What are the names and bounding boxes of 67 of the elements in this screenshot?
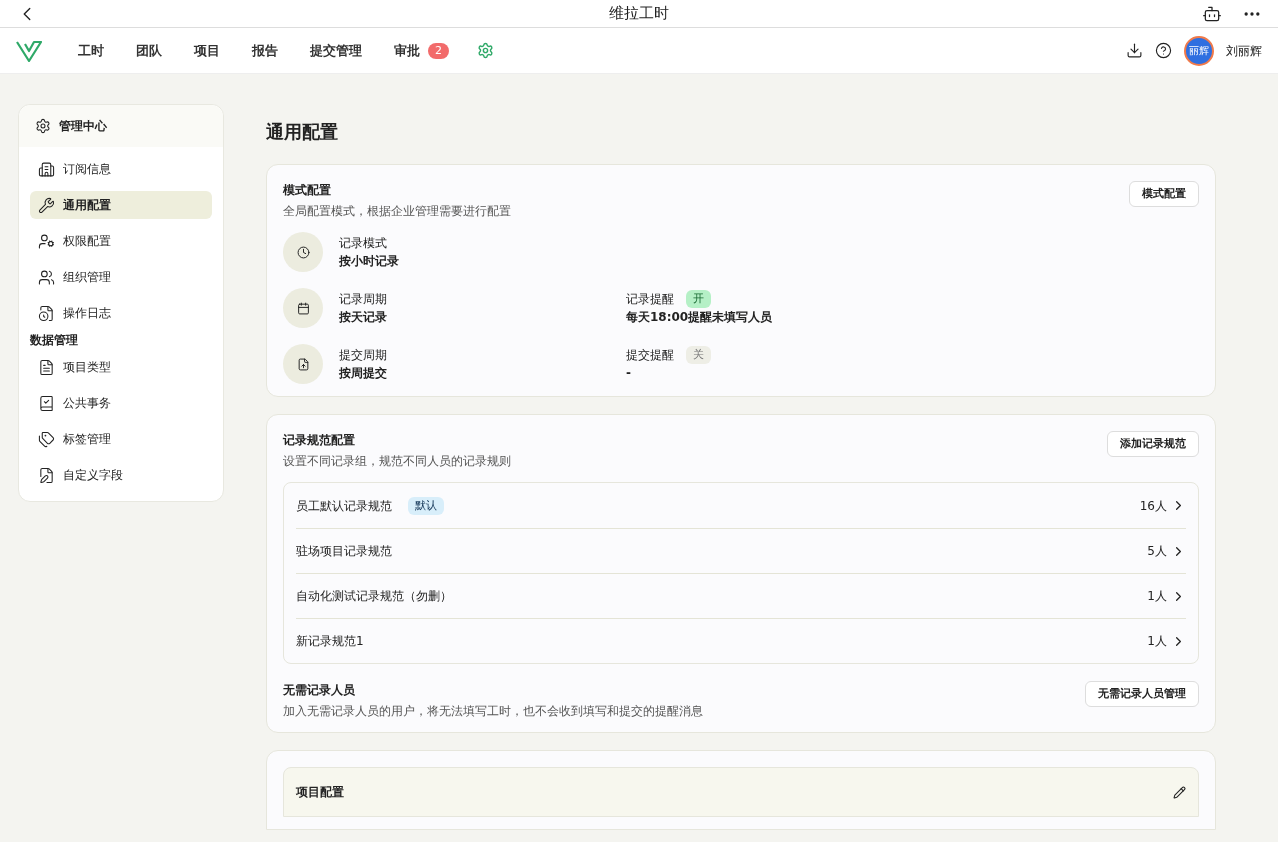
file-pen-icon xyxy=(38,466,55,484)
user-name: 刘丽辉 xyxy=(1226,42,1262,60)
setting-label: 提交提醒 xyxy=(626,347,674,364)
setting-value: 按小时记录 xyxy=(339,253,399,270)
settings-icon xyxy=(35,118,51,134)
nav-tab[interactable]: 团队 xyxy=(124,40,174,61)
sidebar-item[interactable]: 项目类型 xyxy=(30,353,212,381)
nav-tab[interactable]: 项目 xyxy=(182,40,232,61)
upload-file-icon xyxy=(283,344,323,384)
tags-icon xyxy=(38,430,55,448)
section-description: 加入无需记录人员的用户，将无法填写工时，也不会收到填写和提交的提醒消息 xyxy=(283,703,703,720)
add-rule-button[interactable]: 添加记录规范 xyxy=(1107,431,1199,457)
nav-tab[interactable]: 工时 xyxy=(66,40,116,61)
users-icon xyxy=(38,268,55,286)
toggle-tag[interactable]: 关 xyxy=(686,346,711,364)
setting-label: 记录提醒 xyxy=(626,291,674,308)
settings-icon[interactable] xyxy=(477,42,494,59)
setting-label: 记录周期 xyxy=(339,291,387,308)
sidebar-item[interactable]: 标签管理 xyxy=(30,425,212,453)
calendar-icon xyxy=(283,288,323,328)
rule-row[interactable]: 驻场项目记录规范 5人 xyxy=(296,528,1186,573)
book-check-icon xyxy=(38,394,55,412)
rule-row[interactable]: 员工默认记录规范 默认 16人 xyxy=(296,483,1186,528)
exempt-manage-button[interactable]: 无需记录人员管理 xyxy=(1085,681,1199,707)
mode-config-button[interactable]: 模式配置 xyxy=(1129,181,1199,207)
file-clock-icon xyxy=(38,304,55,322)
setting-value: 按周提交 xyxy=(339,365,387,382)
sidebar-item[interactable]: 组织管理 xyxy=(30,263,212,291)
sidebar-item[interactable]: 订阅信息 xyxy=(30,155,212,183)
setting-label: 提交周期 xyxy=(339,347,387,364)
wrench-icon xyxy=(38,196,55,214)
sidebar-item[interactable]: 权限配置 xyxy=(30,227,212,255)
nav-tab[interactable]: 审批 2 xyxy=(382,40,461,61)
help-icon[interactable] xyxy=(1155,42,1172,59)
clock-icon xyxy=(283,232,323,272)
building-icon xyxy=(38,160,55,178)
toggle-tag[interactable]: 开 xyxy=(686,290,711,308)
section-title: 无需记录人员 xyxy=(283,682,355,699)
nav-tab[interactable]: 报告 xyxy=(240,40,290,61)
sidebar-heading: 数据管理 xyxy=(30,332,79,349)
sidebar-item[interactable]: 操作日志 xyxy=(30,299,212,327)
edit-icon[interactable] xyxy=(1173,785,1186,799)
sidebar-item[interactable]: 公共事务 xyxy=(30,389,212,417)
card-description: 全局配置模式，根据企业管理需要进行配置 xyxy=(283,203,511,220)
setting-value: 按天记录 xyxy=(339,309,387,326)
user-avatar[interactable]: 丽辉 xyxy=(1184,35,1214,66)
count-badge: 2 xyxy=(428,42,449,59)
sidebar-item[interactable]: 自定义字段 xyxy=(30,461,212,489)
card-title: 项目配置 xyxy=(296,784,344,801)
default-tag: 默认 xyxy=(408,496,444,515)
setting-value: 每天18:00提醒未填写人员 xyxy=(626,309,773,326)
card-title: 记录规范配置 xyxy=(283,432,355,449)
card-description: 设置不同记录组，规范不同人员的记录规则 xyxy=(283,453,511,470)
rule-row[interactable]: 自动化测试记录规范（勿删） 1人 xyxy=(296,573,1186,618)
page-title: 通用配置 xyxy=(266,120,338,144)
user-gear-icon xyxy=(38,232,55,250)
nav-tab[interactable]: 提交管理 xyxy=(298,40,374,61)
sidebar-item[interactable]: 通用配置 xyxy=(30,191,212,219)
logo-icon xyxy=(16,39,42,62)
rule-row[interactable]: 新记录规范1 1人 xyxy=(296,618,1186,663)
setting-label: 记录模式 xyxy=(339,235,387,252)
document-icon xyxy=(38,358,55,376)
download-icon[interactable] xyxy=(1126,42,1143,59)
card-title: 模式配置 xyxy=(283,182,331,199)
setting-value: - xyxy=(626,365,631,382)
sidebar-title: 管理中心 xyxy=(59,118,107,135)
window-title: 维拉工时 xyxy=(609,3,669,25)
